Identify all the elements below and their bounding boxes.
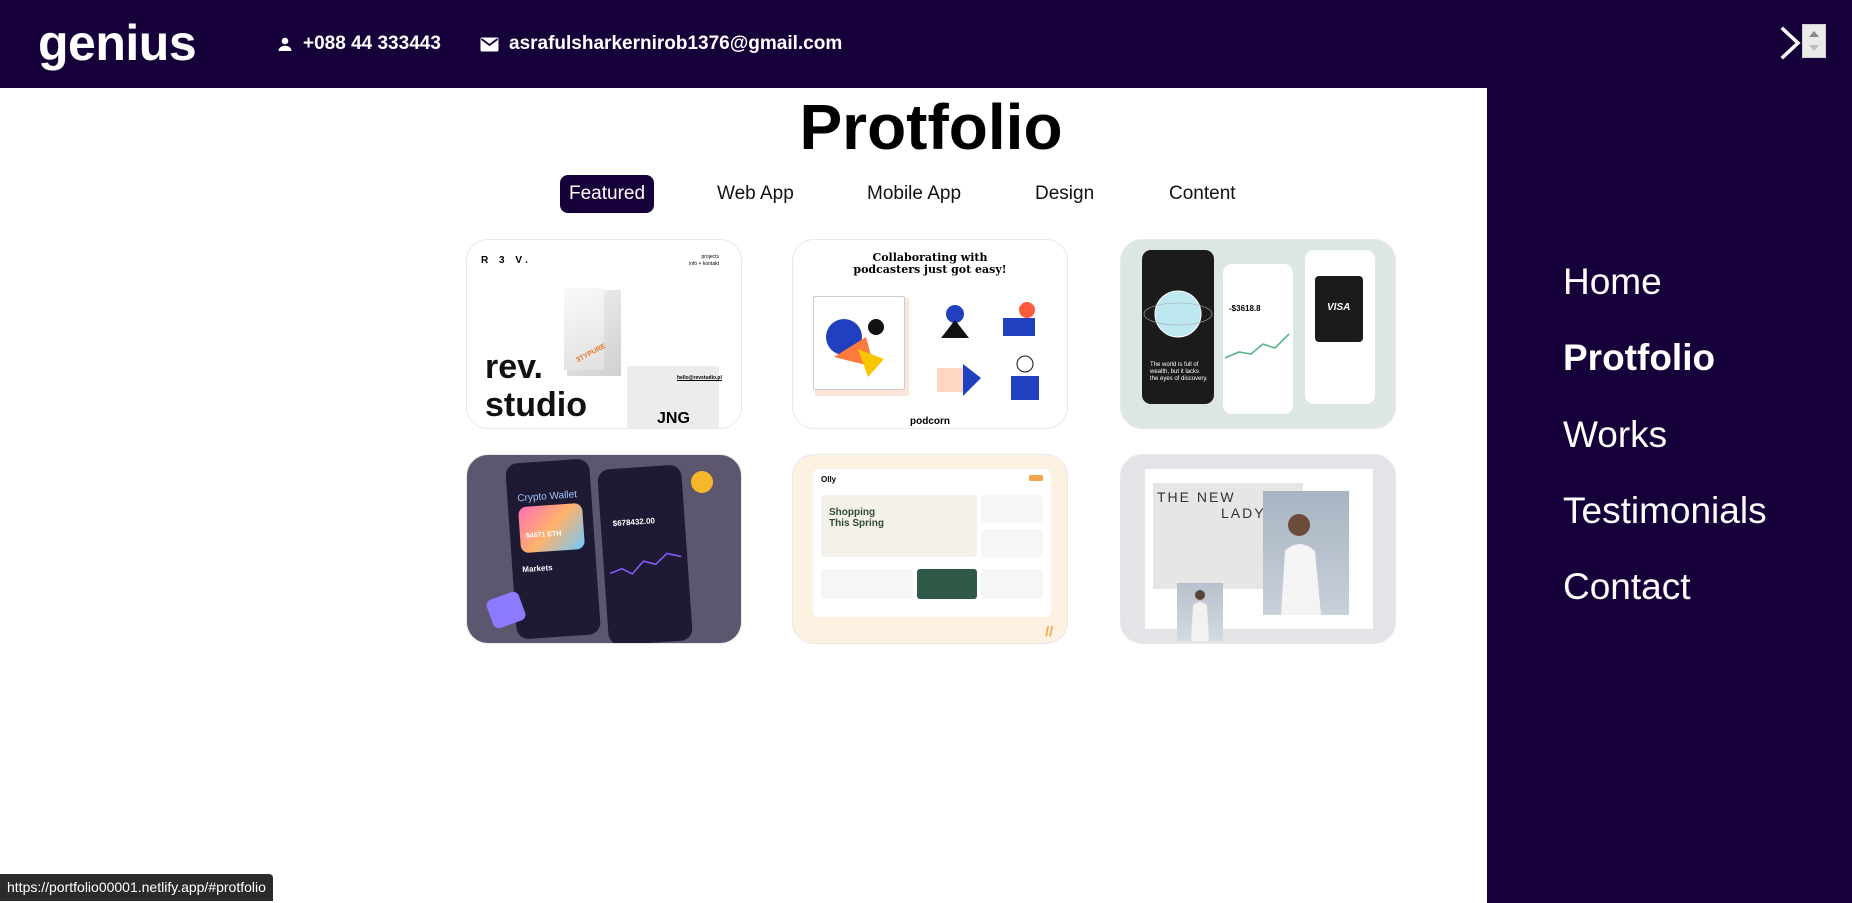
- portfolio-card-new-lady[interactable]: THE NEW LADY: [1120, 454, 1396, 644]
- phone-mockup-card: VISA: [1305, 250, 1375, 404]
- shop-tile-2: [981, 529, 1043, 557]
- phone-contact: +088 44 333443: [277, 33, 441, 55]
- crypto-card: $4671 ETH: [518, 502, 586, 554]
- top-header: genius +088 44 333443 asrafulsharkerniro…: [0, 0, 1852, 88]
- portfolio-card-finance-app[interactable]: The world is full of wealth, but it lack…: [1120, 239, 1396, 429]
- portfolio-card-rev-studio[interactable]: R 3 V. projects info + kontakt 3TYPURE h…: [466, 239, 742, 429]
- shop-cart-button: [1029, 475, 1043, 481]
- side-nav: Home Protfolio Works Testimonials Contac…: [1487, 88, 1852, 903]
- shop-tile-5: [981, 569, 1043, 599]
- card-contact: hello@revstudio.pl: [677, 375, 722, 381]
- phone-mockup-chart: -$3618.8: [1223, 264, 1293, 414]
- crypto-phone-2: $678432.00: [596, 464, 694, 643]
- fashion-page: THE NEW LADY: [1145, 469, 1373, 641]
- scroll-up-icon[interactable]: [1809, 31, 1819, 37]
- scroll-down-icon[interactable]: [1809, 45, 1819, 51]
- card-brand: R 3 V.: [481, 255, 532, 266]
- shop-logo: Olly: [821, 475, 837, 484]
- menu-scrollbar[interactable]: [1802, 24, 1826, 58]
- illustration-frame: [813, 296, 905, 390]
- email-contact: asrafulsharkernirob1376@gmail.com: [480, 33, 842, 55]
- nav-item-contact[interactable]: Contact: [1563, 566, 1691, 608]
- shop-screen: Olly Shopping This Spring: [813, 469, 1051, 617]
- nav-item-works[interactable]: Works: [1563, 414, 1667, 456]
- status-url: https://portfolio00001.netlify.app/#prot…: [0, 874, 273, 901]
- filter-design[interactable]: Design: [1035, 175, 1094, 213]
- portfolio-card-podcorn[interactable]: Collaborating with podcasters just got e…: [792, 239, 1068, 429]
- nav-item-home[interactable]: Home: [1563, 261, 1662, 303]
- page-title: Protfolio: [799, 91, 1063, 163]
- crypto-value: $678432.00: [612, 516, 656, 529]
- logo[interactable]: genius: [38, 14, 197, 72]
- shop-headline: Shopping This Spring: [829, 507, 884, 529]
- shop-hero: Shopping This Spring: [821, 495, 977, 557]
- illustration-small-4: [1005, 352, 1045, 404]
- portfolio-card-olly-shop[interactable]: Olly Shopping This Spring //: [792, 454, 1068, 644]
- illustration-small-3: [933, 358, 985, 402]
- shop-tile-4: [917, 569, 977, 599]
- card-headline: Collaborating with podcasters just got e…: [853, 251, 1007, 276]
- mail-icon: [480, 37, 499, 52]
- illustration-small-2: [997, 300, 1043, 340]
- nav-item-protfolio[interactable]: Protfolio: [1563, 337, 1715, 379]
- portfolio-card-crypto-wallet[interactable]: Crypto Wallet $4671 ETH Markets $678432.…: [466, 454, 742, 644]
- shop-tile-3: [821, 569, 913, 599]
- slash-mark-icon: //: [1045, 623, 1053, 639]
- card-footer: podcorn: [910, 416, 950, 427]
- chevron-right-icon[interactable]: [1779, 24, 1803, 62]
- fashion-photo-small: [1177, 583, 1223, 641]
- filter-mobile-app[interactable]: Mobile App: [867, 175, 961, 213]
- crypto-markets: Markets: [522, 563, 553, 575]
- email-address: asrafulsharkernirob1376@gmail.com: [509, 33, 843, 54]
- phone-number: +088 44 333443: [303, 33, 441, 54]
- card-amount: -$3618.8: [1229, 304, 1261, 313]
- fashion-headline-1: THE NEW: [1157, 489, 1236, 505]
- visa-card: VISA: [1315, 276, 1363, 342]
- visa-label: VISA: [1327, 302, 1351, 313]
- filter-featured[interactable]: Featured: [560, 175, 655, 213]
- card-top-right: projects info + kontakt: [689, 254, 719, 267]
- filter-web-app[interactable]: Web App: [717, 175, 794, 213]
- fashion-photo-main: [1263, 491, 1349, 615]
- card-tagline: The world is full of wealth, but it lack…: [1150, 362, 1208, 382]
- crypto-balance: $4671 ETH: [525, 530, 562, 540]
- nav-item-testimonials[interactable]: Testimonials: [1563, 490, 1767, 532]
- shop-tile-1: [981, 495, 1043, 523]
- filter-content[interactable]: Content: [1169, 175, 1236, 213]
- coin-icon: [691, 471, 713, 493]
- card-big-text: rev. studio: [485, 348, 587, 424]
- person-icon: [277, 36, 293, 52]
- fashion-headline-2: LADY: [1221, 505, 1266, 521]
- phone-mockup-dark: The world is full of wealth, but it lack…: [1142, 250, 1214, 404]
- illustration-small-1: [933, 300, 977, 340]
- crypto-title: Crypto Wallet: [517, 489, 578, 505]
- card-sign: JNG: [657, 410, 690, 427]
